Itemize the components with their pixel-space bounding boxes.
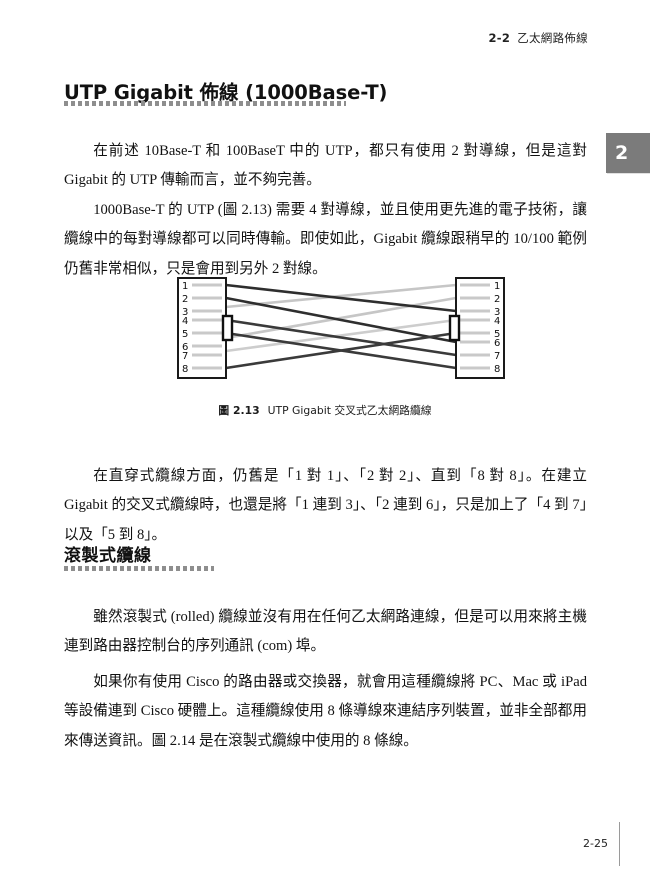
- heading-dotted-rule-2: [64, 566, 214, 571]
- paragraph-rolled-cable-usage: 雖然滾製式 (rolled) 纜線並沒有用在任何乙太網路連線，但是可以用來將主機…: [64, 608, 587, 655]
- svg-text:8: 8: [494, 364, 500, 375]
- gigabit-crossover-wiring-diagram: 1 2 3 4 5 6 7 8 1 2 3 4 5 6 7 8: [177, 277, 505, 379]
- heading-dotted-rule: [64, 101, 346, 106]
- folio-rule: [619, 822, 620, 866]
- svg-text:4: 4: [182, 316, 188, 327]
- figure-2-13-caption: 圖 2.13 UTP Gigabit 交叉式乙太網路纜線: [0, 402, 650, 418]
- paragraph-intro-pairs: 在前述 10Base-T 和 100BaseT 中的 UTP，都只有使用 2 對…: [64, 142, 587, 189]
- wire-bundle: [225, 283, 457, 370]
- svg-text:8: 8: [182, 364, 188, 375]
- left-rj45-connector: 1 2 3 4 5 6 7 8: [177, 277, 234, 379]
- svg-text:6: 6: [494, 338, 500, 349]
- figure-caption-text: UTP Gigabit 交叉式乙太網路纜線: [267, 404, 432, 417]
- chapter-tab-number: 2: [615, 141, 629, 164]
- running-head: 2-2 乙太網路佈線: [489, 30, 589, 46]
- section-heading-rolled-cable: 滾製式纜線: [64, 546, 152, 566]
- svg-text:7: 7: [494, 351, 500, 362]
- figure-2-13: 1 2 3 4 5 6 7 8 1 2 3 4 5 6 7 8 圖 2.13 U…: [0, 276, 650, 426]
- running-head-section-title: 乙太網路佈線: [517, 31, 588, 45]
- chapter-tab: 2: [606, 133, 650, 173]
- running-head-section-number: 2-2: [488, 31, 511, 45]
- right-rj45-connector: 1 2 3 4 5 6 7 8: [448, 277, 505, 379]
- svg-text:1: 1: [494, 281, 500, 292]
- page-number: 2-25: [583, 837, 608, 850]
- svg-text:1: 1: [182, 281, 188, 292]
- svg-text:7: 7: [182, 351, 188, 362]
- right-connector-latch: [448, 314, 461, 342]
- svg-text:2: 2: [494, 294, 500, 305]
- paragraph-1000baset-four-pairs: 1000Base-T 的 UTP (圖 2.13) 需要 4 對導線，並且使用更…: [64, 201, 587, 277]
- figure-caption-label: 圖 2.13: [218, 404, 260, 417]
- svg-text:4: 4: [494, 316, 500, 327]
- figure-2-13-artwork: 1 2 3 4 5 6 7 8 1 2 3 4 5 6 7 8: [176, 276, 506, 394]
- book-page: 2-2 乙太網路佈線 2 UTP Gigabit 佈線 (1000Base-T) …: [0, 0, 650, 880]
- svg-text:5: 5: [182, 329, 188, 340]
- svg-text:2: 2: [182, 294, 188, 305]
- paragraph-straight-through-pinout: 在直穿式纜線方面，仍舊是「1 對 1」、「2 對 2」、直到「8 對 8」。在建…: [64, 467, 587, 543]
- left-connector-latch: [221, 314, 234, 342]
- paragraph-cisco-console: 如果你有使用 Cisco 的路由器或交換器，就會用這種纜線將 PC、Mac 或 …: [64, 673, 587, 749]
